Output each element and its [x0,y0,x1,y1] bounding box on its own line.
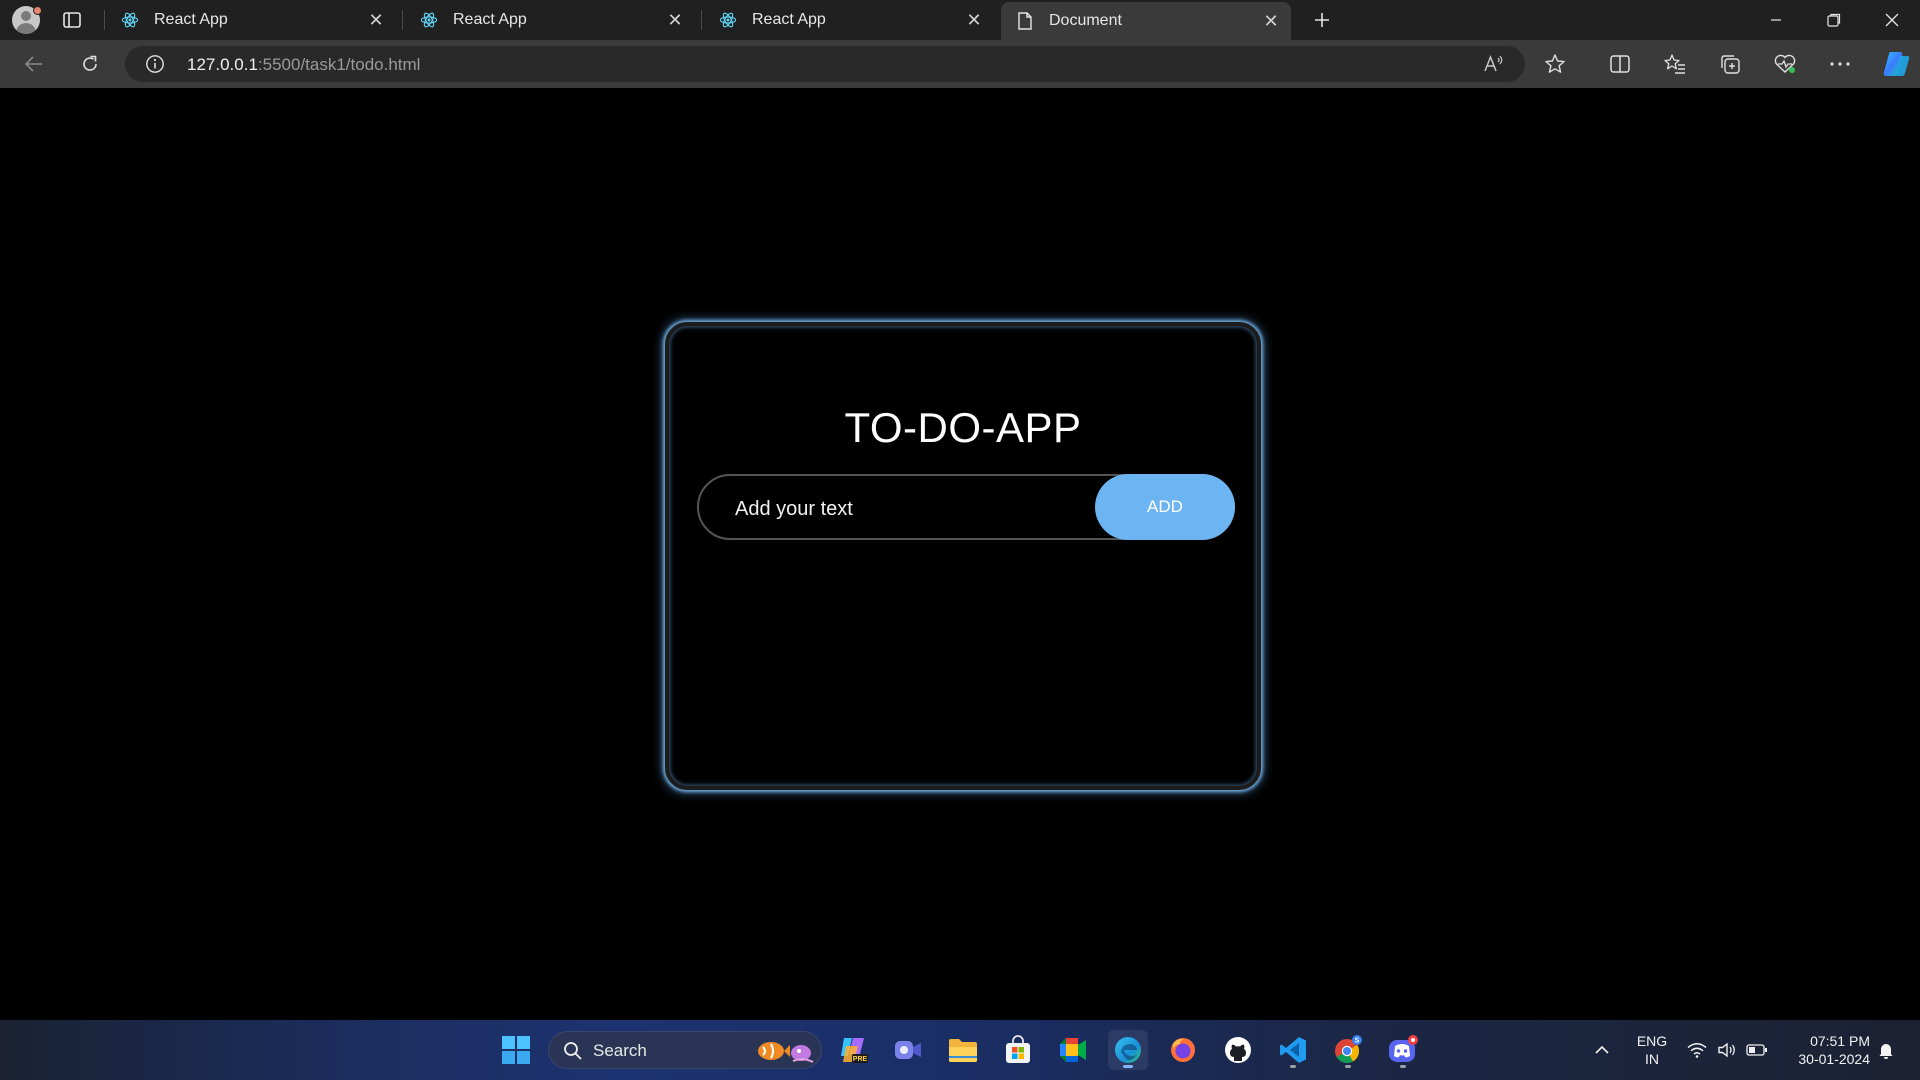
react-icon [120,10,140,30]
tab-label: React App [154,11,228,28]
favorite-star-icon[interactable] [1540,50,1570,78]
profile-avatar[interactable] [12,6,42,34]
tab-document[interactable]: Document ✕ [1001,2,1291,40]
google-meet-icon[interactable] [1053,1030,1093,1070]
active-indicator [1123,1065,1133,1068]
split-screen-icon[interactable] [1605,50,1635,78]
tab-label: React App [752,11,826,28]
language-region: IN [1645,1051,1659,1067]
close-window-button[interactable] [1864,0,1920,40]
refresh-button[interactable] [74,49,106,79]
teams-meet-icon[interactable] [888,1030,928,1070]
todo-input[interactable] [735,496,1075,522]
read-aloud-icon[interactable] [1481,52,1507,76]
windows-taskbar: Search PRE S ENG IN 07:51 PM 30-01-2024 [0,1020,1920,1080]
tab-label: React App [453,11,527,28]
windows-start-icon[interactable] [496,1030,536,1070]
browser-tab-strip: React App ✕ React App ✕ React App ✕ Docu… [0,0,1920,40]
app-title: TO-DO-APP [844,404,1082,451]
notification-dot [33,6,42,15]
back-button[interactable] [18,49,50,79]
page-viewport: TO-DO-APP ADD [5,88,1915,1016]
battery-icon[interactable] [1744,1020,1770,1080]
search-icon [563,1041,583,1061]
browser-toolbar: 127.0.0.1:5500/task1/todo.html [0,40,1920,88]
file-explorer-icon[interactable] [943,1030,983,1070]
taskbar-search-box[interactable]: Search [548,1031,822,1069]
volume-icon[interactable] [1714,1020,1740,1080]
wifi-icon[interactable] [1684,1020,1710,1080]
copilot-icon[interactable] [1878,50,1914,78]
tab-react-app-2[interactable]: React App ✕ [405,0,695,40]
vscode-icon[interactable] [1273,1030,1313,1070]
system-clock[interactable]: 07:51 PM 30-01-2024 [1780,1032,1870,1068]
react-icon [419,10,439,30]
address-bar[interactable]: 127.0.0.1:5500/task1/todo.html [125,46,1525,82]
language-code: ENG [1636,1033,1668,1049]
tab-react-app-1[interactable]: React App ✕ [106,0,396,40]
discord-icon[interactable] [1383,1030,1423,1070]
svg-text:PRE: PRE [853,1056,868,1063]
chrome-icon[interactable]: S [1328,1030,1368,1070]
edge-icon[interactable] [1108,1030,1148,1070]
microsoft-store-icon[interactable] [998,1030,1038,1070]
svg-text:S: S [1355,1038,1360,1045]
todo-input-row: ADD [697,474,1235,540]
running-indicator [1400,1065,1406,1068]
notification-bell-icon[interactable] [1874,1020,1898,1080]
close-tab-icon[interactable]: ✕ [960,6,988,34]
new-tab-button[interactable] [1308,6,1336,34]
running-indicator [1290,1065,1296,1068]
tab-separator [104,10,105,30]
clock-time: 07:51 PM [1810,1033,1870,1049]
clock-date: 30-01-2024 [1798,1051,1870,1067]
collections-icon[interactable] [1715,50,1745,78]
url-text[interactable]: 127.0.0.1:5500/task1/todo.html [187,55,420,75]
tab-label: Document [1049,12,1122,29]
tab-actions-icon[interactable] [62,10,82,30]
favorites-icon[interactable] [1660,50,1690,78]
url-path: :5500/task1/todo.html [257,55,421,74]
running-indicator [1345,1065,1351,1068]
close-tab-icon[interactable]: ✕ [661,6,689,34]
tab-react-app-3[interactable]: React App ✕ [704,0,994,40]
more-options-icon[interactable] [1825,50,1855,78]
document-icon [1015,11,1035,31]
close-tab-icon[interactable]: ✕ [362,6,390,34]
tab-separator [701,10,702,30]
firefox-icon[interactable] [1163,1030,1203,1070]
react-icon [718,10,738,30]
input-language-indicator[interactable]: ENG IN [1630,1032,1674,1068]
minimize-button[interactable] [1748,0,1804,40]
close-tab-icon[interactable]: ✕ [1257,7,1285,35]
restore-button[interactable] [1806,0,1862,40]
site-info-icon[interactable] [145,54,165,74]
search-highlight-image [753,1037,815,1065]
tab-separator [402,10,403,30]
todo-card: TO-DO-APP ADD [665,322,1261,790]
url-host: 127.0.0.1 [187,55,258,74]
browser-essentials-icon[interactable] [1770,50,1800,78]
add-button[interactable]: ADD [1095,474,1235,540]
github-icon[interactable] [1218,1030,1258,1070]
show-hidden-icons-chevron-icon[interactable] [1590,1020,1614,1080]
copilot-pre-icon[interactable]: PRE [834,1030,874,1070]
search-label: Search [593,1041,647,1060]
